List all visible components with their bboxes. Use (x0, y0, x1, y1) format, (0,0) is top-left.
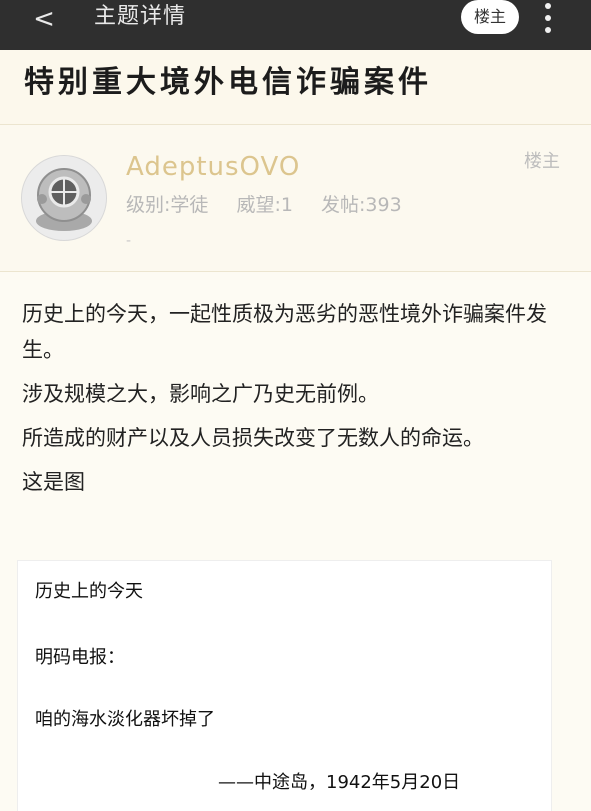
image-signature: ——中途岛，1942年5月20日 (218, 772, 461, 793)
image-line: 历史上的今天 (35, 581, 143, 602)
diving-helmet-avatar-icon (36, 168, 92, 231)
back-button[interactable]: < (26, 0, 62, 38)
avatar[interactable] (21, 155, 107, 241)
author-level: 级别:学徒 (126, 194, 209, 216)
more-vertical-icon[interactable] (538, 0, 558, 36)
top-navigation-bar: < 主题详情 楼主 (0, 0, 591, 50)
image-line: 明码电报： (35, 647, 125, 668)
author-username[interactable]: AdeptusOVO (126, 149, 300, 185)
page-title: 主题详情 (94, 4, 187, 29)
post-paragraph: 历史上的今天，一起性质极为恶劣的恶性境外诈骗案件发生。 (22, 302, 547, 362)
author-signature: - (126, 233, 132, 249)
post-body: 历史上的今天，一起性质极为恶劣的恶性境外诈骗案件发生。 涉及规模之大，影响之广乃… (22, 296, 570, 508)
post-paragraph: 涉及规模之大，影响之广乃史无前例。 (22, 382, 379, 406)
author-card: AdeptusOVO 楼主 级别:学徒 威望:1 发帖:393 - (0, 125, 591, 272)
author-prestige: 威望:1 (236, 194, 293, 216)
image-line: 咱的海水淡化器坏掉了 (35, 709, 215, 730)
thread-title: 特别重大境外电信诈骗案件 (24, 65, 432, 100)
post-paragraph: 所造成的财产以及人员损失改变了无数人的命运。 (22, 426, 484, 450)
thread-title-bar: 特别重大境外电信诈骗案件 (0, 50, 591, 125)
post-paragraph: 这是图 (22, 470, 85, 494)
author-post-count: 发帖:393 (321, 194, 402, 216)
author-meta: 级别:学徒 威望:1 发帖:393 (126, 191, 424, 219)
only-owner-button[interactable]: 楼主 (461, 0, 519, 34)
post-image[interactable]: 历史上的今天 明码电报： 咱的海水淡化器坏掉了 ——中途岛，1942年5月20日 (18, 561, 551, 811)
owner-badge: 楼主 (524, 151, 560, 172)
chevron-left-icon: < (33, 4, 55, 34)
